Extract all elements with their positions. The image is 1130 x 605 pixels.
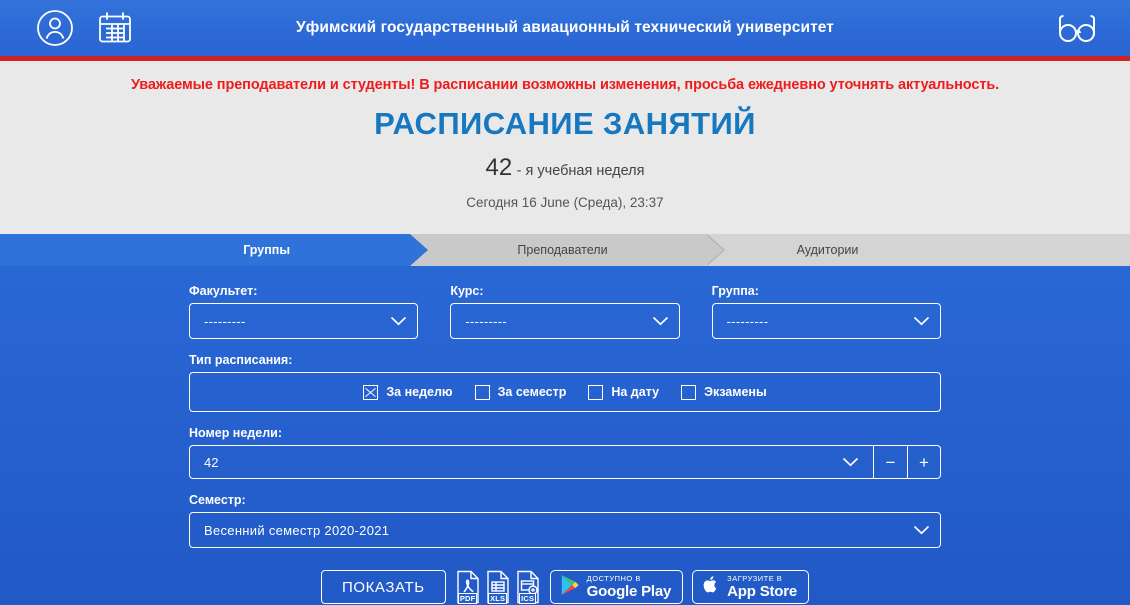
chevron-down-icon [390,316,407,326]
week-number-value: 42 [485,154,513,181]
action-buttons-row: ПОКАЗАТЬ PDF XLS ICS ДОСТУПНО В Google P… [189,570,941,604]
tab-rooms[interactable]: Аудитории [705,234,1130,266]
export-buttons: PDF XLS ICS [455,570,541,604]
google-play-bottom-label: Google Play [586,583,672,601]
chevron-down-icon [913,316,930,326]
schedule-type-options: За неделю За семестр На дату Экзамены [189,372,941,412]
tab-groups[interactable]: Группы [0,234,428,266]
week-number-control: 42 − + [189,445,941,479]
app-store-text: Загрузите в App Store [727,575,797,600]
search-form: Факультет: --------- Курс: --------- Гру… [189,266,941,604]
schedule-type-option-week-label: За неделю [386,385,453,399]
week-number-suffix: - я учебная неделя [516,163,645,179]
course-select[interactable]: --------- [450,303,680,339]
schedule-type-field: Тип расписания: За неделю За семестр На … [189,353,941,412]
week-number-select[interactable]: 42 [189,445,873,479]
page-title-header: Уфимский государственный авиационный тех… [296,19,834,36]
glasses-icon[interactable] [1054,11,1100,45]
google-play-icon [560,574,580,601]
group-field: Группа: --------- [711,284,941,339]
export-ics-label: ICS [519,593,537,604]
app-store-bottom-label: App Store [727,583,798,601]
checkbox-icon[interactable] [681,384,697,400]
course-label: Курс: [450,284,484,298]
group-label: Группа: [711,284,759,298]
export-ics-button[interactable]: ICS [515,570,541,604]
faculty-value: --------- [204,313,246,329]
page-title: РАСПИСАНИЕ ЗАНЯТИЙ [374,106,756,141]
header-right-group [1054,11,1130,45]
google-play-badge[interactable]: Доступно в Google Play [549,570,684,604]
checkbox-icon[interactable] [588,384,604,400]
schedule-type-option-date-label: На дату [611,385,660,399]
header-icon-group [0,7,136,49]
user-circle-icon[interactable] [34,7,76,49]
week-summary: 42 - я учебная неделя [0,154,1130,182]
notice-banner: Уважаемые преподаватели и студенты! В ра… [130,77,1000,93]
chevron-down-icon [913,525,930,535]
faculty-field: Факультет: --------- [189,284,419,339]
google-play-text: Доступно в Google Play [587,575,672,600]
checkbox-icon[interactable] [474,384,490,400]
export-pdf-button[interactable]: PDF [455,570,481,604]
schedule-type-option-exams[interactable]: Экзамены [681,384,767,400]
group-value: --------- [726,313,769,329]
course-field: Курс: --------- [450,284,680,339]
week-increment-button[interactable]: + [907,445,941,479]
schedule-type-option-week[interactable]: За неделю [363,384,453,400]
faculty-select[interactable]: --------- [189,303,419,339]
week-number-field: Номер недели: 42 − + [189,426,941,479]
semester-label: Семестр: [189,493,246,507]
schedule-type-option-date[interactable]: На дату [588,384,660,400]
intro-panel: Уважаемые преподаватели и студенты! В ра… [0,61,1130,234]
apple-logo-icon [702,574,720,600]
selectors-row: Факультет: --------- Курс: --------- Гру… [189,284,941,339]
schedule-type-option-semester-label: За семестр [497,385,567,399]
schedule-type-label: Тип расписания: [189,353,293,367]
faculty-label: Факультет: [189,284,258,298]
export-xls-label: XLS [488,593,508,604]
tab-teachers[interactable]: Преподаватели [410,234,725,266]
chevron-down-icon [652,316,669,326]
tab-teachers-label: Преподаватели [517,243,608,257]
checkbox-checked-icon[interactable] [363,384,379,400]
app-store-top-label: Загрузите в [727,573,783,583]
group-select[interactable]: --------- [711,303,941,339]
schedule-type-option-exams-label: Экзамены [704,385,767,399]
semester-field: Семестр: Весенний семестр 2020-2021 [189,493,941,548]
show-button[interactable]: ПОКАЗАТЬ [320,570,446,604]
schedule-form-panel: Группы Преподаватели Аудитории Факультет… [0,234,1130,605]
week-number-label: Номер недели: [189,426,282,440]
tab-rooms-label: Аудитории [796,243,859,257]
app-header: Уфимский государственный авиационный тех… [0,0,1130,56]
semester-select[interactable]: Весенний семестр 2020-2021 [189,512,941,548]
chevron-down-icon [842,457,859,467]
tab-groups-label: Группы [243,243,290,257]
week-decrement-button[interactable]: − [873,445,907,479]
schedule-type-option-semester[interactable]: За семестр [474,384,567,400]
tab-bar: Группы Преподаватели Аудитории [0,234,1130,266]
export-xls-button[interactable]: XLS [485,570,511,604]
calendar-icon[interactable] [94,7,136,49]
week-number-input-value: 42 [204,454,219,470]
course-value: --------- [465,313,507,329]
export-pdf-label: PDF [457,593,478,604]
semester-value: Весенний семестр 2020-2021 [204,522,390,538]
google-play-top-label: Доступно в [586,573,641,583]
current-date-time: Сегодня 16 June (Среда), 23:37 [466,195,664,210]
app-store-badge[interactable]: Загрузите в App Store [692,570,810,604]
